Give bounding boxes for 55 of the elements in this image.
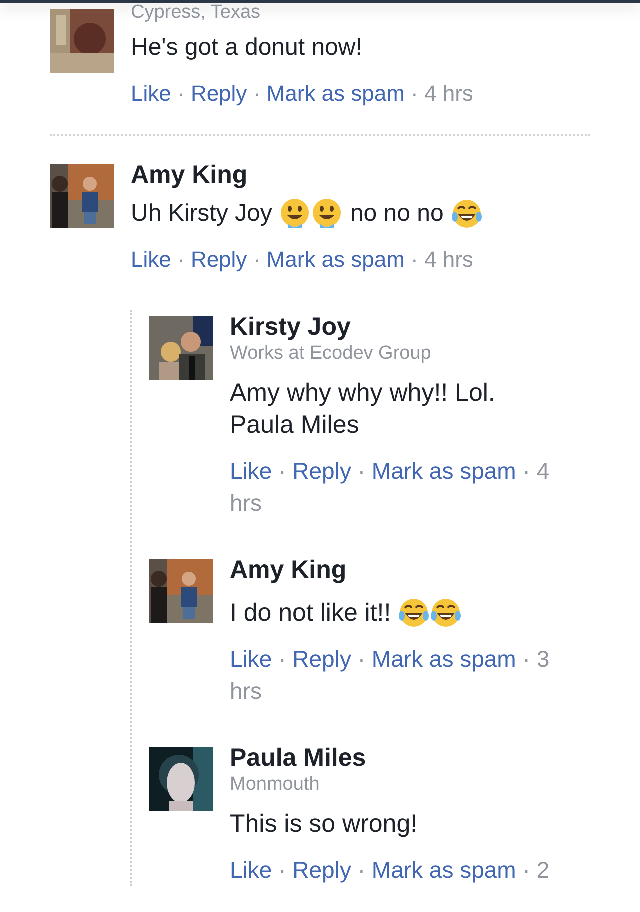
separator-dot: · [253, 81, 261, 106]
author-name[interactable]: Amy King [230, 553, 560, 587]
comment-action-link[interactable]: Like [230, 646, 272, 672]
separator-dot: · [358, 646, 366, 672]
comment-action-link[interactable]: Mark as spam [372, 646, 516, 672]
author-name[interactable]: Kirsty Joy [230, 310, 560, 344]
separator-dot: · [411, 247, 418, 272]
separator-dot: · [522, 458, 530, 484]
separator-dot: · [358, 857, 366, 883]
comment-text: This is so wrong! [230, 809, 418, 840]
author-location: Works at Ecodev Group [230, 342, 432, 366]
laughing-tears-icon [398, 597, 430, 629]
separator-dot: · [177, 81, 185, 106]
comment-time: hrs [230, 678, 262, 704]
comment-action-link[interactable]: Like [230, 458, 272, 484]
comment-time: 3 [536, 646, 550, 672]
comment-action-link[interactable]: Reply [190, 247, 248, 272]
separator-dot: · [278, 646, 286, 672]
author-location: Monmouth [230, 773, 321, 797]
drooling-face-icon [279, 198, 312, 230]
comment-action-link[interactable]: Like [131, 247, 172, 272]
separator-dot: · [358, 458, 366, 484]
comment-action-link[interactable]: Mark as spam [372, 857, 516, 883]
comment-text: no no no [350, 199, 444, 229]
comment-action-link[interactable]: Like [230, 857, 272, 883]
separator-dot: · [522, 646, 530, 672]
laughing-tears-icon [450, 198, 483, 230]
comment-time: 4 hrs [424, 247, 474, 272]
author-name[interactable]: Paula Miles [230, 741, 560, 775]
comment-text: I do not like it!! [230, 598, 392, 629]
comment-action-link[interactable]: Reply [292, 646, 352, 672]
comment-text: He's got a donut now! [131, 33, 362, 63]
comment-text: Amy why why why!! Lol. Paula Miles [230, 378, 496, 441]
comment-action-link[interactable]: Mark as spam [266, 81, 405, 106]
comment-text: Uh Kirsty Joy [131, 199, 272, 229]
comment-action-link[interactable]: Reply [292, 458, 352, 484]
separator-dot: · [253, 247, 261, 272]
comment-action-link[interactable]: Like [131, 81, 172, 106]
comment-action-link[interactable]: Mark as spam [266, 247, 405, 272]
comment-time: 2 [536, 857, 550, 883]
author-name[interactable]: Amy King [131, 158, 640, 192]
comment-time: 4 [536, 458, 550, 484]
laughing-tears-icon [430, 597, 462, 629]
separator-dot: · [522, 857, 530, 883]
comment-time: hrs [230, 490, 262, 516]
separator-dot: · [278, 458, 286, 484]
comment-time: 4 hrs [424, 81, 474, 106]
separator-dot: · [177, 247, 185, 272]
author-location: Cypress, Texas [131, 1, 262, 25]
drooling-face-icon [311, 198, 344, 230]
comment-action-link[interactable]: Mark as spam [372, 458, 516, 484]
comment-action-link[interactable]: Reply [292, 857, 352, 883]
separator-dot: · [278, 857, 286, 883]
separator-dot: · [411, 81, 418, 106]
comment-action-link[interactable]: Reply [190, 81, 248, 106]
